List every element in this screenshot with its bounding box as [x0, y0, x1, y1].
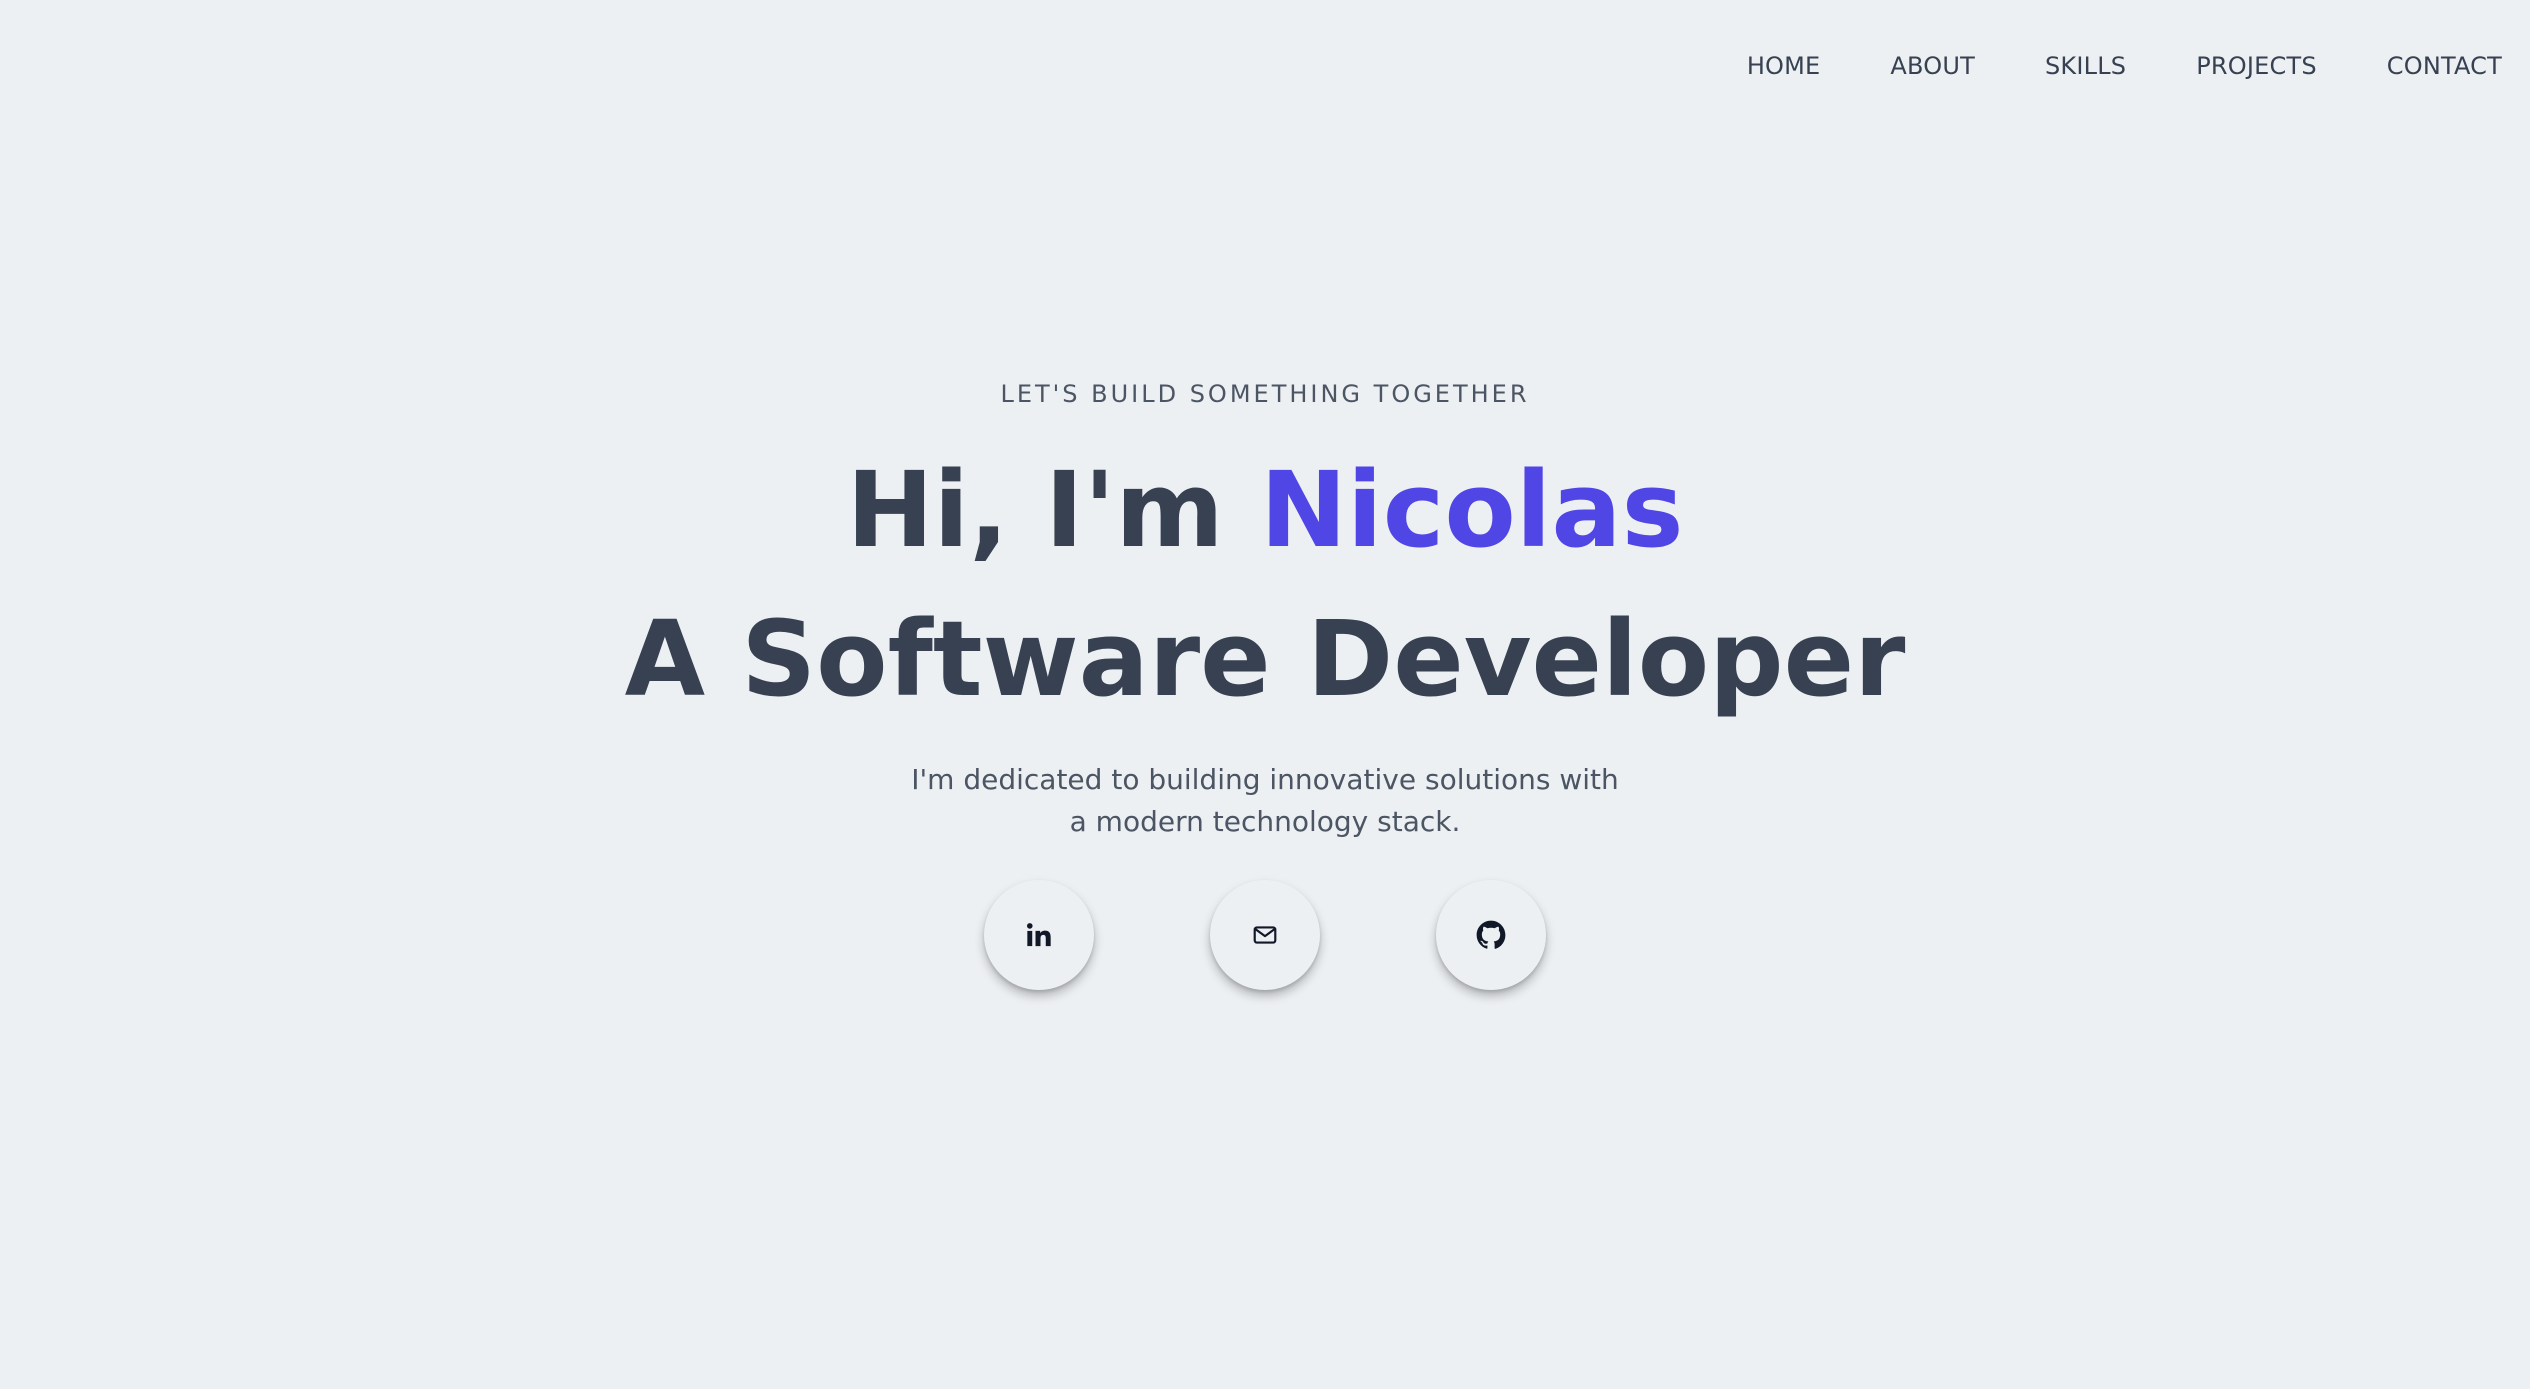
nav-contact[interactable]: CONTACT — [2387, 52, 2502, 80]
page: NC HOME ABOUT SKILLS PROJECTS CONTACT LE… — [0, 0, 2530, 1389]
github-button[interactable] — [1436, 880, 1546, 990]
logo[interactable]: NC — [52, 22, 175, 110]
hero-section: LET'S BUILD SOMETHING TOGETHER Hi, I'm N… — [0, 380, 2530, 843]
github-icon — [1476, 920, 1506, 950]
linkedin-button[interactable] — [984, 880, 1094, 990]
nav-projects[interactable]: PROJECTS — [2196, 52, 2317, 80]
hero-intro: I'm dedicated to building innovative sol… — [911, 763, 1619, 838]
mail-icon — [1252, 922, 1278, 948]
email-button[interactable] — [1210, 880, 1320, 990]
nav-about[interactable]: ABOUT — [1890, 52, 1975, 80]
top-nav: HOME ABOUT SKILLS PROJECTS CONTACT — [1677, 52, 2502, 80]
hero-eyebrow: LET'S BUILD SOMETHING TOGETHER — [1000, 380, 1530, 408]
social-links — [0, 880, 2530, 990]
linkedin-icon — [1025, 921, 1053, 949]
hero-role: A Software Developer — [624, 598, 1906, 720]
hero-greeting: Hi, I'm Nicolas — [0, 458, 2530, 562]
nav-home[interactable]: HOME — [1747, 52, 1821, 80]
hero-greeting-text: Hi, I'm — [846, 449, 1260, 571]
logo-text: NC — [52, 16, 198, 115]
nav-skills[interactable]: SKILLS — [2045, 52, 2126, 80]
hero-name: Nicolas — [1260, 449, 1684, 571]
